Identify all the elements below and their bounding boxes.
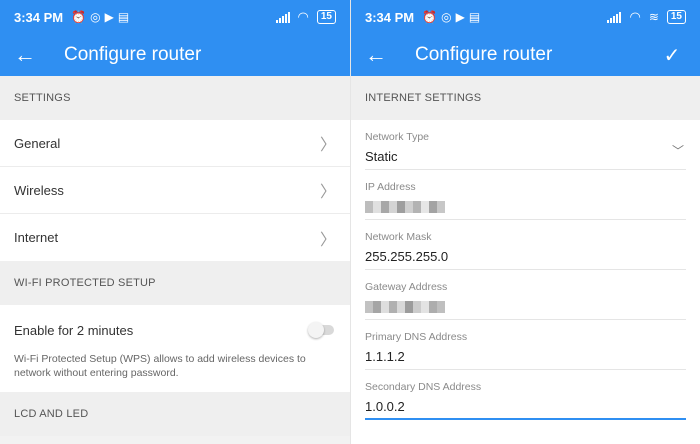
network-type-select[interactable]: Static [365, 149, 686, 165]
network-type-field[interactable]: Network Type Static ﹀ [365, 120, 686, 170]
wps-toggle-block: Enable for 2 minutes Wi-Fi Protected Set… [0, 305, 350, 392]
battery-icon: 15 [666, 10, 686, 24]
blurred-value [365, 301, 445, 313]
section-header-internet-settings: INTERNET SETTINGS [351, 76, 700, 120]
secondary-dns-field[interactable]: Secondary DNS Address 1.0.0.2 [365, 370, 686, 420]
settings-item-wireless[interactable]: Wireless 〉 [0, 167, 350, 214]
alarm-icon: ⏰ [71, 10, 87, 24]
page-title: Configure router [64, 44, 202, 65]
whatsapp-icon: ◎ [441, 10, 452, 24]
primary-dns-input[interactable]: 1.1.1.2 [365, 349, 686, 365]
notes-icon: ▤ [117, 10, 130, 24]
page-title: Configure router [415, 44, 553, 65]
battery-icon: 15 [316, 10, 336, 24]
signal-icon [607, 11, 622, 23]
network-mask-field[interactable]: Network Mask 255.255.255.0 [365, 220, 686, 270]
app-bar: ← Configure router [0, 34, 350, 76]
chevron-right-icon: 〉 [319, 231, 336, 249]
section-header-lcd: LCD AND LED [0, 392, 350, 436]
network-mask-input[interactable]: 255.255.255.0 [365, 249, 686, 265]
check-icon[interactable]: ✓ [644, 34, 700, 76]
app-bar: ← Configure router ✓ [351, 34, 700, 76]
secondary-dns-input[interactable]: 1.0.0.2 [365, 399, 686, 415]
status-bar: 3:34 PM ⏰ ◎ ▶ ▤ ◠ ≋ 15 [351, 0, 700, 34]
settings-item-label: General [14, 135, 61, 151]
internet-settings-form: Network Type Static ﹀ IP Address Network… [351, 120, 700, 444]
status-time: 3:34 PM [365, 9, 415, 25]
gateway-address-input[interactable] [365, 299, 686, 315]
settings-item-internet[interactable]: Internet 〉 [0, 214, 350, 261]
chevron-down-icon[interactable]: ﹀ [672, 142, 684, 159]
wps-toggle-label: Enable for 2 minutes [14, 322, 134, 338]
alarm-icon: ⏰ [422, 10, 438, 24]
vowifi-icon: ≋ [648, 10, 659, 24]
field-label: Network Type [365, 131, 429, 143]
wifi-icon: ◠ [297, 9, 309, 24]
field-label: Primary DNS Address [365, 331, 468, 343]
whatsapp-icon: ◎ [90, 10, 101, 24]
wps-description: Wi-Fi Protected Setup (WPS) allows to ad… [14, 353, 306, 379]
right-screen: 3:34 PM ⏰ ◎ ▶ ▤ ◠ ≋ 15 ← Configure route… [351, 0, 700, 444]
settings-item-general[interactable]: General 〉 [0, 120, 350, 167]
chevron-right-icon: 〉 [319, 184, 336, 201]
blurred-value [365, 201, 445, 213]
ip-address-field[interactable]: IP Address [365, 170, 686, 220]
primary-dns-field[interactable]: Primary DNS Address 1.1.1.2 [365, 320, 686, 370]
field-label: Gateway Address [365, 281, 448, 293]
status-time: 3:34 PM [14, 9, 64, 25]
chevron-right-icon: 〉 [319, 137, 336, 154]
field-label: Network Mask [365, 231, 432, 243]
back-arrow-icon[interactable]: ← [351, 34, 401, 76]
status-bar: 3:34 PM ⏰ ◎ ▶ ▤ ◠ 15 [0, 0, 350, 34]
settings-item-label: Internet [14, 230, 59, 245]
gateway-address-field[interactable]: Gateway Address [365, 270, 686, 320]
settings-item-label: Wireless [14, 182, 64, 198]
signal-icon [275, 11, 290, 23]
wifi-icon: ◠ [629, 9, 641, 24]
section-header-settings: SETTINGS [0, 76, 350, 120]
left-screen: 3:34 PM ⏰ ◎ ▶ ▤ ◠ 15 ← Configure router … [0, 0, 350, 444]
section-header-wps: WI-FI PROTECTED SETUP [0, 261, 350, 305]
field-label: Secondary DNS Address [365, 381, 482, 393]
notes-icon: ▤ [468, 10, 481, 24]
wps-toggle[interactable] [308, 322, 336, 338]
field-label: IP Address [365, 181, 416, 193]
ip-address-input[interactable] [365, 199, 686, 215]
play-store-icon: ▶ [455, 10, 465, 24]
play-store-icon: ▶ [104, 10, 114, 24]
back-arrow-icon[interactable]: ← [0, 34, 50, 76]
